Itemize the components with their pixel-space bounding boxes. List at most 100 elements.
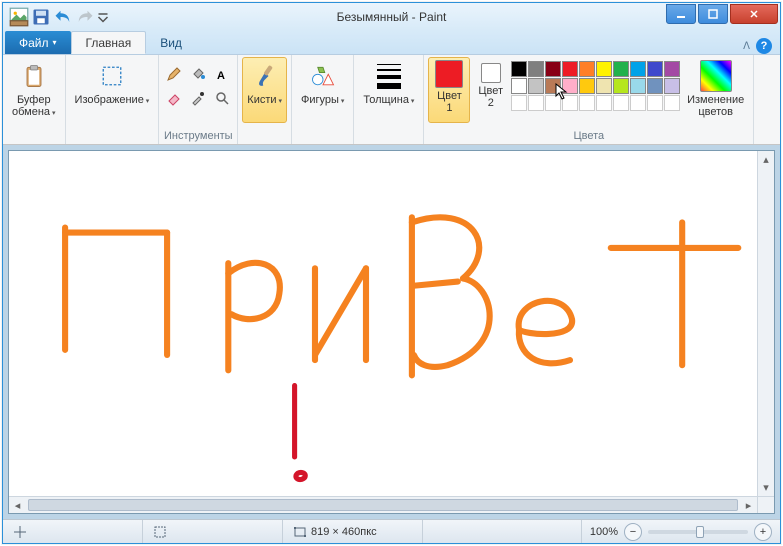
palette-color[interactable] [562,61,578,77]
brushes-button[interactable]: Кисти [242,57,287,123]
palette-color[interactable] [545,61,561,77]
palette-color[interactable] [664,78,680,94]
palette-color[interactable] [664,61,680,77]
group-image: Изображение [66,55,160,144]
colors-group-label: Цвета [428,129,749,144]
workspace: ▴ ▾ ◂ ▸ [3,145,780,519]
thickness-icon [373,60,405,92]
zoom-out-button[interactable]: − [624,523,642,541]
magnifier-tool[interactable] [211,87,233,109]
brush-icon [249,60,281,92]
palette-color[interactable] [647,78,663,94]
statusbar: 819 × 460пкс 100% − + [3,519,780,543]
window-controls [664,4,778,24]
palette-color[interactable] [647,61,663,77]
group-clipboard: Буфер обмена [3,55,66,144]
palette-color[interactable] [562,78,578,94]
edit-colors-button[interactable]: Изменение цветов [682,57,749,123]
palette-color[interactable] [579,78,595,94]
scroll-down-icon[interactable]: ▾ [758,479,774,496]
status-filesize [423,520,582,543]
tab-home[interactable]: Главная [71,31,147,54]
palette-color[interactable] [545,78,561,94]
scroll-up-icon[interactable]: ▴ [758,151,774,168]
fill-tool[interactable] [187,63,209,85]
app-window: Безымянный - Paint Файл Главная Вид ᐱ ? … [2,2,781,544]
palette-color[interactable] [613,78,629,94]
tab-view[interactable]: Вид [146,31,196,54]
palette-empty[interactable] [647,95,663,111]
pencil-tool[interactable] [163,63,185,85]
color1-button[interactable]: Цвет 1 [428,57,470,123]
group-colors: Цвет 1 Цвет 2 Изменение цветов Цвета [424,55,754,144]
group-thickness: Толщина [354,55,424,144]
palette-empty[interactable] [596,95,612,111]
palette-empty[interactable] [579,95,595,111]
color2-swatch [481,63,501,83]
edit-colors-icon [700,60,732,92]
zoom-slider[interactable] [648,530,748,534]
clipboard-button[interactable]: Буфер обмена [7,57,61,123]
tools-group-label: Инструменты [163,129,233,144]
zoom-in-button[interactable]: + [754,523,772,541]
quick-access-toolbar [3,7,109,27]
palette-empty[interactable] [562,95,578,111]
palette-color[interactable] [630,78,646,94]
maximize-button[interactable] [698,4,728,24]
redo-icon[interactable] [75,7,95,27]
undo-icon[interactable] [53,7,73,27]
palette-empty[interactable] [511,95,527,111]
scroll-right-icon[interactable]: ▸ [740,497,757,513]
crosshair-icon [13,525,27,539]
minimize-button[interactable] [666,4,696,24]
palette-color[interactable] [596,61,612,77]
status-selection [143,520,283,543]
help-icon[interactable]: ? [756,38,772,54]
thickness-button[interactable]: Толщина [358,57,419,123]
palette-color[interactable] [596,78,612,94]
scroll-thumb[interactable] [28,499,738,511]
zoom-controls: 100% − + [582,523,780,541]
group-shapes: Фигуры [292,55,354,144]
palette-color[interactable] [528,61,544,77]
zoom-level: 100% [590,526,618,538]
palette-color[interactable] [511,61,527,77]
palette-color[interactable] [613,61,629,77]
group-brushes: Кисти [238,55,292,144]
palette-empty[interactable] [545,95,561,111]
color2-button[interactable]: Цвет 2 [472,57,509,123]
canvas[interactable] [9,151,774,488]
vertical-scrollbar[interactable]: ▴ ▾ [757,151,774,496]
canvas-viewport: ▴ ▾ ◂ ▸ [8,150,775,514]
minimize-ribbon-icon[interactable]: ᐱ [743,41,750,52]
zoom-slider-thumb[interactable] [696,526,704,538]
status-canvas-size: 819 × 460пкс [283,520,423,543]
eyedropper-tool[interactable] [187,87,209,109]
titlebar: Безымянный - Paint [3,3,780,31]
select-icon [96,60,128,92]
color-palette [511,57,680,111]
eraser-tool[interactable] [163,87,185,109]
tab-file[interactable]: Файл [5,31,71,54]
shapes-button[interactable]: Фигуры [296,57,349,123]
group-tools: A Инструменты [159,55,238,144]
close-button[interactable] [730,4,778,24]
scroll-left-icon[interactable]: ◂ [9,497,26,513]
qat-dropdown-icon[interactable] [97,7,109,27]
app-icon[interactable] [9,7,29,27]
text-tool[interactable]: A [211,63,233,85]
palette-empty[interactable] [664,95,680,111]
palette-color[interactable] [528,78,544,94]
palette-empty[interactable] [528,95,544,111]
palette-empty[interactable] [630,95,646,111]
clipboard-icon [18,60,50,92]
palette-color[interactable] [511,78,527,94]
palette-color[interactable] [630,61,646,77]
ribbon-tabs: Файл Главная Вид ᐱ ? [3,31,780,55]
palette-empty[interactable] [613,95,629,111]
palette-color[interactable] [579,61,595,77]
horizontal-scrollbar[interactable]: ◂ ▸ [9,496,757,513]
image-select-button[interactable]: Изображение [70,57,155,123]
svg-text:A: A [217,70,225,82]
save-icon[interactable] [31,7,51,27]
